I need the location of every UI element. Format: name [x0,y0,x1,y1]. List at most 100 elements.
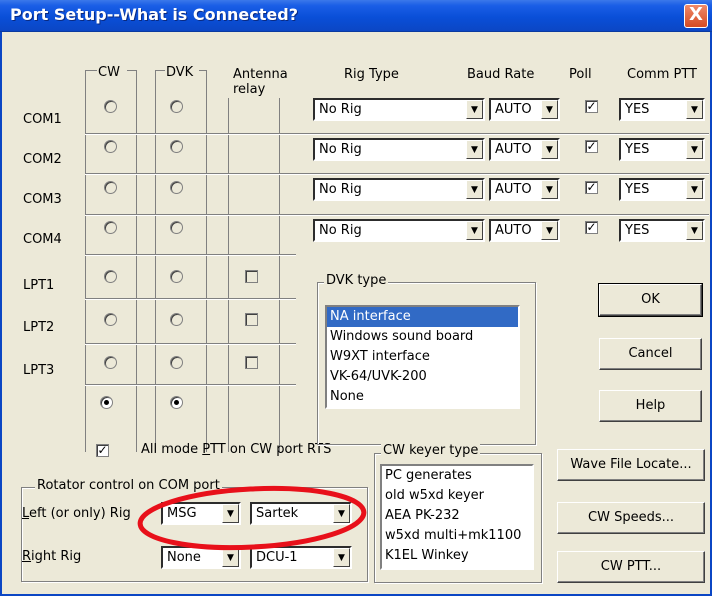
relay-group-left [228,98,229,452]
com4-cw-radio[interactable] [104,221,117,234]
list-item[interactable]: AEA PK-232 [382,506,532,526]
close-icon: X [689,4,703,25]
com4-baud-value: AUTO [495,223,532,238]
com3-rig-select[interactable]: No Rig ▼ [313,178,485,201]
chevron-down-icon: ▼ [686,100,703,119]
lpt1-dvk-radio[interactable] [170,270,183,283]
com2-cw-radio[interactable] [104,140,117,153]
com2-dvk-radio[interactable] [170,140,183,153]
right-rig-label: Right Rig [22,549,82,564]
row-separator [85,384,296,386]
cw-ptt-button[interactable]: CW PTT... [557,551,705,583]
row-separator [85,173,709,175]
com4-label: COM4 [23,232,62,247]
com1-poll-checkbox[interactable]: ✓ [585,100,598,113]
lpt1-cw-radio[interactable] [104,270,117,283]
chevron-down-icon: ▼ [466,221,483,240]
lpt1-label: LPT1 [23,278,55,293]
com2-ptt-select[interactable]: YES ▼ [619,138,705,161]
lpt3-cw-radio[interactable] [104,356,117,369]
com3-poll-checkbox[interactable]: ✓ [585,181,598,194]
wave-file-locate-button[interactable]: Wave File Locate... [557,449,705,481]
com2-rig-select[interactable]: No Rig ▼ [313,138,485,161]
cw-keyer-list[interactable]: PC generates old w5xd keyer AEA PK-232 w… [380,464,534,570]
close-button[interactable]: X [684,4,708,28]
list-item[interactable]: Windows sound board [327,327,518,347]
list-item[interactable]: K1EL Winkey [382,546,532,566]
com4-baud-select[interactable]: AUTO ▼ [489,219,560,242]
chevron-down-icon: ▼ [686,140,703,159]
com3-ptt-select[interactable]: YES ▼ [619,178,705,201]
row-separator [85,343,296,345]
list-item[interactable]: NA interface [327,307,518,327]
com4-poll-checkbox[interactable]: ✓ [585,221,598,234]
lpt2-label: LPT2 [23,320,55,335]
header-dvk: DVK [166,65,194,80]
list-item[interactable]: PC generates [382,466,532,486]
chevron-down-icon: ▼ [466,100,483,119]
window-title: Port Setup--What is Connected? [10,5,298,24]
com2-rig-value: No Rig [319,142,362,157]
header-baud-rate: Baud Rate [467,67,535,82]
com3-baud-select[interactable]: AUTO ▼ [489,178,560,201]
none-dvk-radio[interactable] [170,396,183,409]
com2-poll-checkbox[interactable]: ✓ [585,140,598,153]
com3-label: COM3 [23,192,62,207]
com1-dvk-radio[interactable] [170,100,183,113]
com2-label: COM2 [23,152,62,167]
com3-cw-radio[interactable] [104,181,117,194]
annotation-ellipse [137,485,367,551]
chevron-down-icon: ▼ [466,180,483,199]
com1-baud-select[interactable]: AUTO ▼ [489,98,560,121]
list-item[interactable]: w5xd multi+mk1100 [382,526,532,546]
dvk-type-title: DVK type [324,273,389,288]
com1-rig-value: No Rig [319,102,362,117]
header-antenna-relay: Antenna relay [233,67,288,97]
com3-rig-value: No Rig [319,182,362,197]
dvk-type-list[interactable]: NA interface Windows sound board W9XT in… [325,305,520,409]
list-item[interactable]: None [327,387,518,407]
lpt3-relay-checkbox[interactable] [245,356,258,369]
ok-button[interactable]: OK [598,283,703,317]
com4-rig-select[interactable]: No Rig ▼ [313,219,485,242]
cw-group-left [85,70,86,452]
all-mode-ptt-label: All mode PTT on CW port RTS [141,442,332,457]
com1-cw-radio[interactable] [104,100,117,113]
cw-keyer-title: CW keyer type [381,443,481,458]
left-rig-label: Left (or only) Rig [22,506,131,521]
cw-speeds-button[interactable]: CW Speeds... [557,502,705,534]
cw-group-right [136,70,137,452]
lpt3-label: LPT3 [23,363,55,378]
list-item[interactable]: W9XT interface [327,347,518,367]
row-separator [85,214,709,216]
com3-ptt-value: YES [625,182,650,197]
lpt2-relay-checkbox[interactable] [245,313,258,326]
com3-baud-value: AUTO [495,182,532,197]
all-mode-ptt-checkbox[interactable]: ✓ [96,444,109,457]
list-item[interactable]: VK-64/UVK-200 [327,367,518,387]
com1-ptt-select[interactable]: YES ▼ [619,98,705,121]
lpt1-relay-checkbox[interactable] [245,270,258,283]
row-separator [85,254,296,256]
lpt2-cw-radio[interactable] [104,313,117,326]
com2-ptt-value: YES [625,142,650,157]
cancel-button[interactable]: Cancel [599,338,702,370]
relay-group-right [279,98,280,452]
com1-ptt-value: YES [625,102,650,117]
dvk-group-right [206,70,207,452]
com3-dvk-radio[interactable] [170,181,183,194]
chevron-down-icon: ▼ [541,221,558,240]
chevron-down-icon: ▼ [686,180,703,199]
com1-rig-select[interactable]: No Rig ▼ [313,98,485,121]
lpt3-dvk-radio[interactable] [170,356,183,369]
com2-baud-select[interactable]: AUTO ▼ [489,138,560,161]
help-button[interactable]: Help [599,390,702,422]
header-comm-ptt: Comm PTT [627,67,697,82]
com1-label: COM1 [23,112,62,127]
com4-dvk-radio[interactable] [170,221,183,234]
list-item[interactable]: old w5xd keyer [382,486,532,506]
none-cw-radio[interactable] [100,396,113,409]
lpt2-dvk-radio[interactable] [170,313,183,326]
com4-ptt-select[interactable]: YES ▼ [619,219,705,242]
com2-baud-value: AUTO [495,142,532,157]
